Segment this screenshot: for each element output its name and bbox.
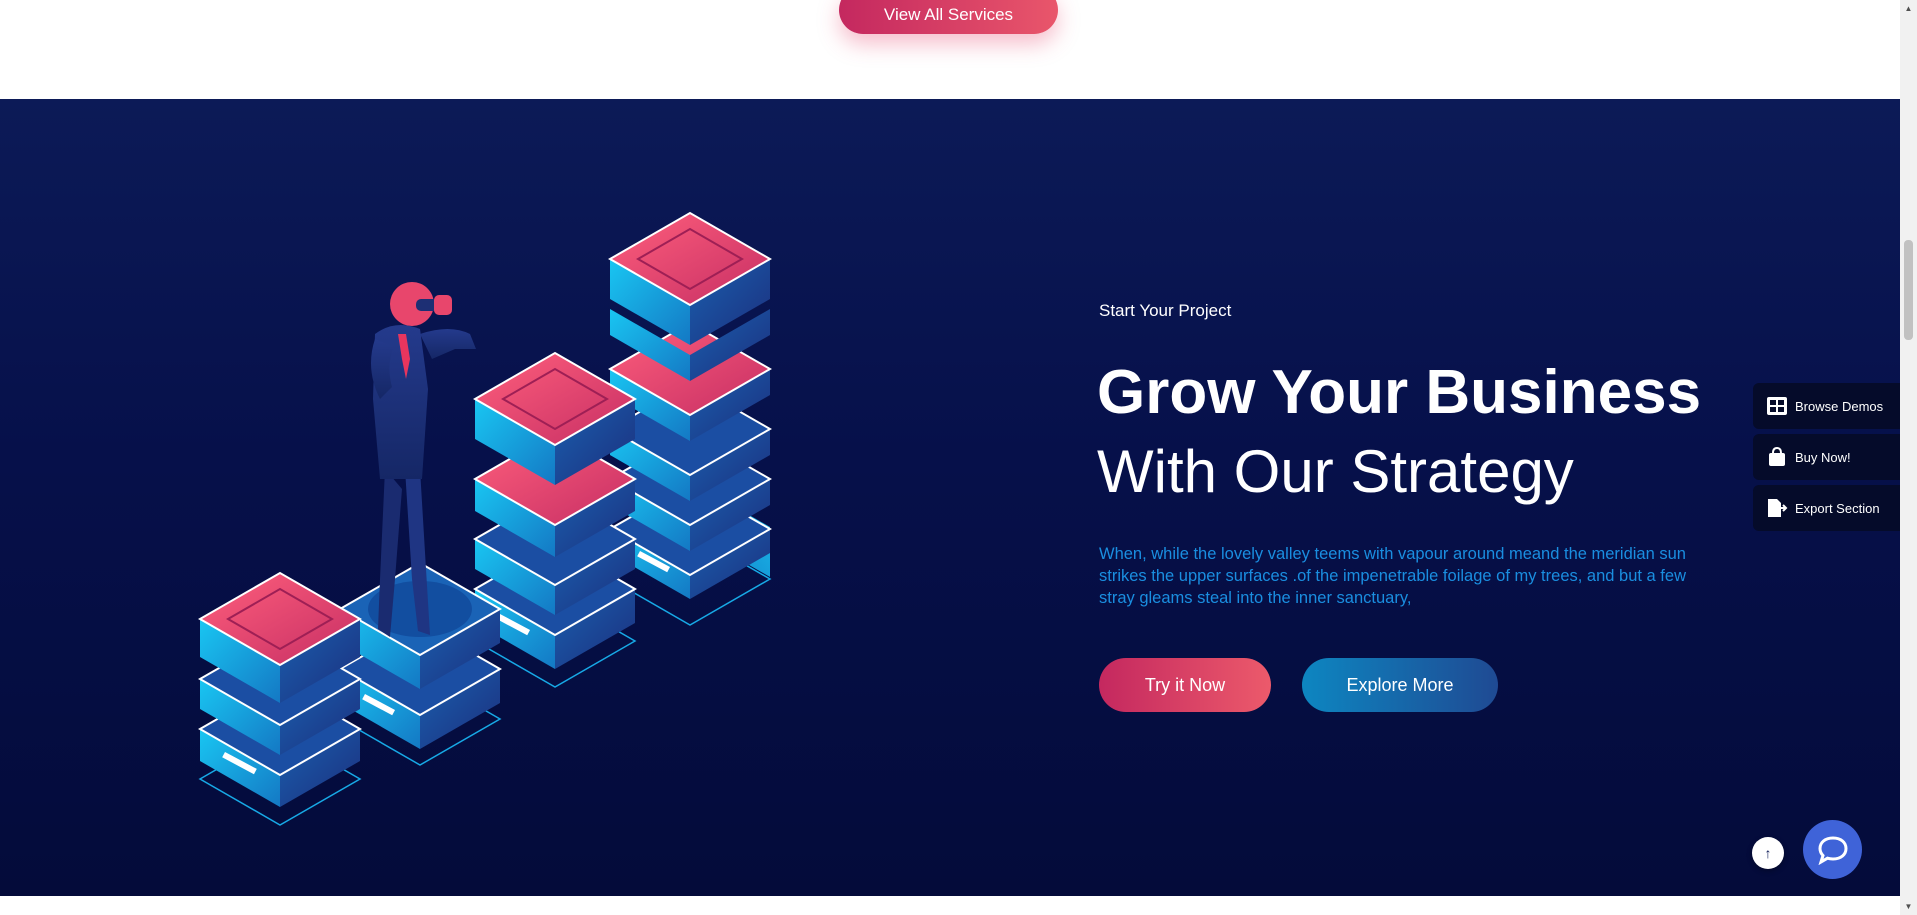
grid-icon bbox=[1765, 396, 1789, 416]
hero-eyebrow: Start Your Project bbox=[1099, 301, 1232, 320]
hero-section: Start Your Project Grow Your Business Wi… bbox=[0, 99, 1900, 896]
services-section-bottom: View All Services bbox=[0, 0, 1900, 99]
chat-widget-button[interactable] bbox=[1803, 820, 1862, 879]
hero-description: When, while the lovely valley teems with… bbox=[1099, 545, 1686, 607]
browse-demos-label: Browse Demos bbox=[1795, 398, 1884, 414]
buy-now-label: Buy Now! bbox=[1795, 449, 1851, 465]
hero-headline-regular: With Our Strategy bbox=[1097, 438, 1574, 505]
scrollbar-thumb[interactable] bbox=[1904, 240, 1913, 340]
shopping-bag-icon bbox=[1765, 447, 1789, 467]
page-bottom-edge bbox=[0, 896, 1900, 915]
chat-bubble-icon bbox=[1817, 835, 1848, 865]
scroll-up-arrow-icon[interactable]: ▲ bbox=[1900, 0, 1917, 17]
export-section-label: Export Section bbox=[1795, 500, 1880, 516]
scroll-to-top-button[interactable]: ↑ bbox=[1752, 837, 1784, 869]
file-export-icon bbox=[1765, 498, 1789, 518]
view-all-services-button[interactable]: View All Services bbox=[839, 0, 1058, 34]
arrow-up-icon: ↑ bbox=[1764, 845, 1772, 861]
scroll-down-arrow-icon[interactable]: ▼ bbox=[1900, 898, 1917, 915]
floating-side-panel: Browse Demos Buy Now! Export Section bbox=[1753, 383, 1900, 536]
server-stack-front bbox=[197, 571, 363, 826]
server-stacks-illustration bbox=[197, 211, 773, 826]
hero-headline-bold: Grow Your Business bbox=[1097, 358, 1702, 427]
try-it-now-button[interactable]: Try it Now bbox=[1099, 658, 1271, 712]
page-scrollbar[interactable]: ▲ ▼ bbox=[1900, 0, 1917, 915]
export-section-button[interactable]: Export Section bbox=[1753, 485, 1900, 531]
businessman-figure bbox=[371, 282, 476, 637]
browse-demos-button[interactable]: Browse Demos bbox=[1753, 383, 1900, 429]
buy-now-button[interactable]: Buy Now! bbox=[1753, 434, 1900, 480]
explore-more-button[interactable]: Explore More bbox=[1302, 658, 1498, 712]
